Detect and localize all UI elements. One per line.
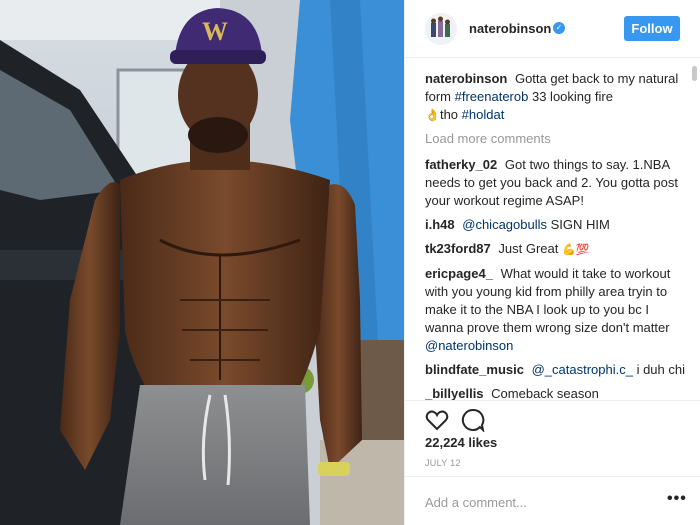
comments-list: naterobinson Gotta get back to my natura… [425, 70, 687, 400]
more-options-icon[interactable]: ••• [667, 490, 687, 508]
heart-icon[interactable] [425, 409, 449, 431]
comment-bubble-icon[interactable] [461, 408, 485, 432]
mention-link[interactable]: @_catastrophi.c_ [532, 362, 633, 377]
ok-hand-emoji: 👌 [425, 108, 440, 122]
comment-username[interactable]: tk23ford87 [425, 241, 491, 256]
post-date: JULY 12 [425, 458, 461, 468]
comment-item: ericpage4_ What would it take to workout… [425, 265, 687, 355]
comment-username[interactable]: ericpage4_ [425, 266, 493, 281]
comment-item: blindfate_music @_catastrophi.c_ i duh c… [425, 361, 687, 379]
comment-text: i duh chi [636, 362, 685, 377]
post-sidebar: naterobinson ✓ Follow naterobinson Gotta… [404, 0, 700, 525]
post-image: W [0, 0, 404, 525]
comment-username[interactable]: i.h48 [425, 217, 455, 232]
comment-item: i.h48 @chicagobulls SIGN HIM [425, 216, 687, 234]
comment-username[interactable]: _billyellis [425, 386, 484, 400]
likes-count[interactable]: 22,224 likes [425, 435, 497, 450]
svg-text:W: W [202, 17, 228, 46]
comment-username[interactable]: fatherky_02 [425, 157, 497, 172]
caption-text-b: 33 looking fire [531, 89, 613, 104]
header-username[interactable]: naterobinson [469, 21, 551, 36]
hashtag-link[interactable]: #holdat [462, 107, 505, 122]
scrollbar-thumb[interactable] [692, 66, 697, 81]
follow-button[interactable]: Follow [624, 16, 680, 41]
load-more-comments[interactable]: Load more comments [425, 130, 687, 148]
comment-item: tk23ford87 Just Great 💪💯 [425, 240, 687, 259]
caption: naterobinson Gotta get back to my natura… [425, 70, 687, 124]
add-comment-bar: ••• [405, 476, 700, 525]
comment-username[interactable]: blindfate_music [425, 362, 524, 377]
post-header: naterobinson ✓ Follow [405, 0, 700, 58]
flex-hundred-emoji: 💪💯 [561, 244, 590, 256]
post-photo[interactable]: W [0, 0, 404, 525]
comment-text: SIGN HIM [550, 217, 610, 232]
add-comment-input[interactable] [425, 493, 645, 511]
avatar[interactable] [425, 13, 457, 45]
caption-text-c: tho [439, 107, 459, 122]
caption-username[interactable]: naterobinson [425, 71, 507, 86]
comment-text: Comeback season [491, 386, 599, 400]
verified-badge-icon: ✓ [553, 22, 565, 34]
comment-item: fatherky_02 Got two things to say. 1.NBA… [425, 156, 687, 210]
mention-link[interactable]: @chicagobulls [462, 217, 547, 232]
comment-item: _billyellis Comeback season [425, 385, 687, 400]
comments-scrollbar[interactable] [692, 66, 697, 396]
hashtag-link[interactable]: #freenaterob [455, 89, 529, 104]
mention-link[interactable]: @naterobinson [425, 338, 513, 353]
comment-text: Just Great [498, 241, 559, 256]
